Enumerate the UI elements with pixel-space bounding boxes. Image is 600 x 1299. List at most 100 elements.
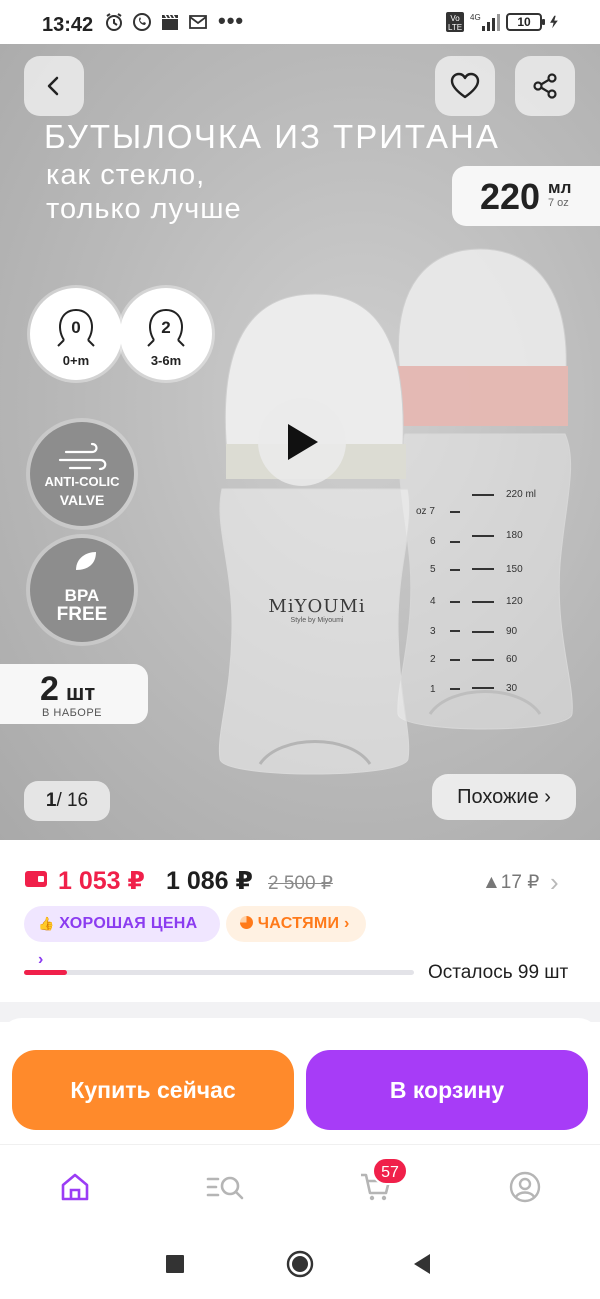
anti-colic-badge: ANTI-COLIC VALVE [30, 422, 134, 526]
stock-remaining: Осталось 99 шт [428, 962, 569, 983]
scale-left-2: 5 [430, 564, 436, 575]
price-card: 1 053 ₽ 1 086 ₽ 2 500 ₽ ▲17 ₽ › 👍 ХОРОША… [0, 840, 600, 1002]
bottom-navigation: 57 [0, 1144, 600, 1228]
scale-right-2: 150 [506, 564, 523, 575]
white-bottle [218, 293, 411, 775]
brand-tagline: Style by Miyoumi [290, 617, 344, 624]
bpa-line1: BPA [64, 586, 100, 605]
image-counter-total: / 16 [56, 790, 89, 811]
alarm-icon [106, 13, 122, 31]
play-video-button[interactable] [258, 398, 346, 486]
similar-products-button[interactable]: Похожие › [432, 774, 576, 820]
installments-chip[interactable]: ЧАСТЯМИ › [226, 906, 366, 942]
status-bar: 13:42 ••• Vo LTE 4G 10 [0, 0, 600, 44]
scale-right-5: 60 [506, 654, 518, 665]
price-change[interactable]: ▲17 ₽ [482, 871, 539, 894]
anti-colic-line1: ANTI-COLIC [44, 474, 120, 489]
tab-profile[interactable] [503, 1165, 547, 1209]
whatsapp-icon [133, 13, 151, 31]
anti-colic-line2: VALVE [59, 492, 105, 508]
image-subtitle-line1: как стекло, [46, 159, 206, 191]
scale-right-3: 120 [506, 596, 523, 607]
scale-oz-label: oz 7 [416, 506, 435, 517]
product-screen: 13:42 ••• Vo LTE 4G 10 MiYOUMi Style by … [0, 0, 600, 1299]
scale-top-label: 220 ml [506, 489, 537, 500]
back-nav-button[interactable] [412, 1253, 432, 1275]
nipple-age-0: 0+m [62, 353, 90, 368]
scale-right-4: 90 [506, 626, 518, 637]
volume-oz: 7 oz [548, 197, 569, 209]
nipple-size-2: 2 [161, 318, 171, 337]
good-price-chip[interactable]: 👍 ХОРОШАЯ ЦЕНА › [24, 906, 220, 968]
mail-icon [189, 15, 207, 29]
signal-icon: 4G [470, 13, 500, 31]
volte-icon: Vo LTE [446, 12, 464, 32]
image-counter: 1/ 16 [24, 781, 110, 821]
recents-button[interactable] [165, 1254, 185, 1274]
image-subtitle: как стекло, только лучше [46, 158, 242, 226]
bpa-free-badge: BPA FREE [30, 538, 134, 642]
chevron-left-icon [47, 76, 59, 96]
clapper-icon [162, 14, 178, 30]
product-image-gallery[interactable]: MiYOUMi Style by Miyoumi 220 ml oz 7 6 5… [0, 44, 600, 844]
scale-left-3: 4 [430, 596, 436, 607]
stock-progress-fill [24, 970, 67, 975]
good-price-label: ХОРОШАЯ ЦЕНА › [38, 915, 198, 968]
system-indicators: Vo LTE 4G 10 [446, 12, 562, 32]
nipple-age-2: 3-6m [150, 353, 182, 368]
cart-count-badge: 57 [372, 1157, 408, 1185]
stock-progress [24, 970, 414, 975]
scale-left-5: 2 [430, 654, 436, 665]
bpa-line2: FREE [56, 604, 108, 625]
home-button[interactable] [286, 1250, 314, 1278]
battery-icon: 10 [506, 13, 545, 31]
pie-icon [240, 916, 253, 929]
back-button[interactable] [24, 56, 84, 116]
pieces-unit: шт [66, 680, 96, 705]
scale-right-6: 30 [506, 683, 518, 694]
chevron-right-icon[interactable]: › [550, 867, 559, 898]
image-headline: БУТЫЛОЧКА ИЗ ТРИТАНА [44, 118, 500, 155]
purchase-action-bar: Купить сейчас В корзину [0, 1040, 600, 1144]
brand-name: MiYOUMi [268, 596, 366, 617]
heart-icon [450, 72, 480, 99]
volume-unit: мл [548, 178, 572, 197]
old-price: 2 500 ₽ [268, 873, 333, 894]
favorite-button[interactable] [435, 56, 495, 116]
bank-card-icon [25, 871, 47, 887]
brand-logo: MiYOUMi Style by Miyoumi [262, 596, 372, 624]
card-price[interactable]: 1 053 ₽ [58, 866, 145, 896]
share-icon [533, 73, 557, 99]
scale-left-6: 1 [430, 684, 436, 695]
more-notifications-icon: ••• [218, 8, 245, 33]
nipple-badge-2: 2 3-6m [120, 288, 212, 380]
status-time: 13:42 [42, 14, 94, 36]
volume-value: 220 [480, 176, 541, 217]
svg-text:4G: 4G [470, 13, 481, 22]
buy-now-button[interactable]: Купить сейчас [12, 1050, 294, 1130]
nipple-size-0: 0 [71, 318, 81, 337]
image-subtitle-line2: только лучше [46, 193, 242, 225]
notification-icons [104, 12, 208, 32]
add-to-cart-button[interactable]: В корзину [306, 1050, 588, 1130]
installments-label: ЧАСТЯМИ › [257, 915, 350, 932]
share-button[interactable] [515, 56, 575, 116]
price: 1 086 ₽ [166, 867, 253, 895]
profile-icon [509, 1171, 541, 1203]
scale-left-4: 3 [430, 626, 436, 637]
pieces-value: 2 [40, 670, 59, 708]
tab-catalog[interactable] [203, 1165, 247, 1209]
home-icon [61, 1173, 89, 1201]
tab-home[interactable] [53, 1165, 97, 1209]
scale-right-1: 180 [506, 530, 523, 541]
charging-icon [550, 15, 558, 29]
system-navigation-bar [0, 1228, 600, 1299]
volume-card: 220 мл 7 oz [452, 166, 600, 226]
pieces-set-label: В НАБОРЕ [42, 707, 102, 719]
play-icon [288, 424, 318, 460]
scale-left-1: 6 [430, 536, 436, 547]
pieces-card: 2 шт В НАБОРЕ [0, 664, 148, 724]
thumbs-up-icon: 👍 [38, 916, 55, 931]
catalog-search-icon [206, 1176, 244, 1200]
scale-labels: 220 ml oz 7 6 5 4 3 2 1 180 150 120 90 6… [416, 484, 546, 704]
